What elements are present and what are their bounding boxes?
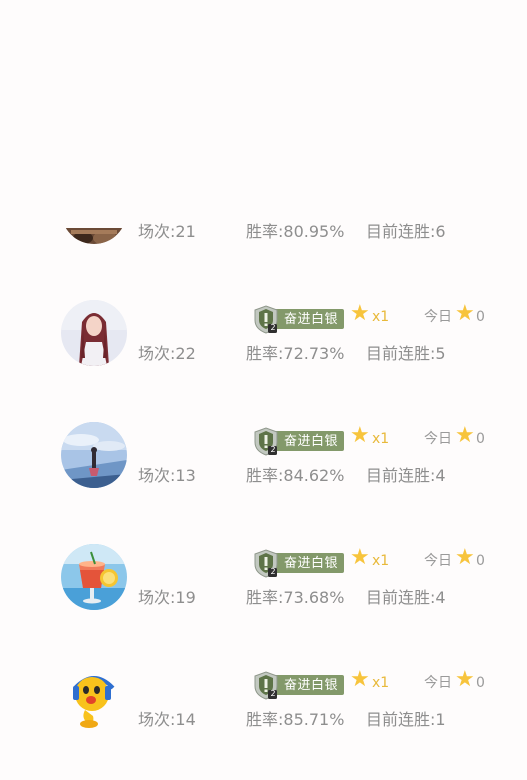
star-icon: ★ xyxy=(350,545,370,570)
win-rate: 胜率:80.95% xyxy=(246,222,345,241)
win-streak: 目前连胜:1 xyxy=(366,710,446,729)
rank-badge[interactable]: 2 奋进白银 xyxy=(252,670,344,700)
rank-tier-number: 2 xyxy=(270,689,276,698)
list-item[interactable]: 场次:21 胜率:80.95% 目前连胜:6 xyxy=(0,170,527,292)
win-streak: 目前连胜:4 xyxy=(366,466,446,485)
star-icon: ★ xyxy=(455,301,475,326)
match-count: 场次:22 xyxy=(138,344,196,363)
star-icon: ★ xyxy=(350,667,370,692)
match-count: 场次:21 xyxy=(138,222,196,241)
star-icon: ★ xyxy=(455,423,475,448)
today-star-count: 0 xyxy=(476,553,485,569)
star-multiplier: x1 xyxy=(372,553,390,569)
match-count: 场次:14 xyxy=(138,710,196,729)
user-avatar-sky-photo[interactable] xyxy=(61,422,127,488)
today-star-count: 0 xyxy=(476,675,485,691)
list-item[interactable]: 2 奋进白银 ★ x1 今日 ★ 0 场次:14 胜率:85.71% 目前连胜:… xyxy=(0,658,527,780)
today-label: 今日 xyxy=(424,553,452,569)
today-star-count: 0 xyxy=(476,431,485,447)
today-star-count: 0 xyxy=(476,309,485,325)
star-multiplier: x1 xyxy=(372,309,390,325)
user-avatar-cartoon-mascot[interactable] xyxy=(61,666,127,732)
win-rate: 胜率:84.62% xyxy=(246,466,345,485)
rank-badge[interactable]: 2 奋进白银 xyxy=(252,426,344,456)
win-rate: 胜率:85.71% xyxy=(246,710,345,729)
win-streak: 目前连胜:6 xyxy=(366,222,446,241)
list-item[interactable]: 2 奋进白银 ★ x1 今日 ★ 0 场次:13 胜率:84.62% 目前连胜:… xyxy=(0,414,527,536)
rank-badge-label: 奋进白银 xyxy=(283,434,338,449)
rank-tier-number: 2 xyxy=(270,567,276,576)
rank-badge[interactable]: 2 奋进白银 xyxy=(252,548,344,578)
star-icon: ★ xyxy=(350,423,370,448)
today-label: 今日 xyxy=(424,431,452,447)
rank-tier-number: 2 xyxy=(270,323,276,332)
rank-tier-number: 2 xyxy=(270,445,276,454)
win-streak: 目前连胜:4 xyxy=(366,588,446,607)
rank-badge[interactable]: 2 奋进白银 xyxy=(252,304,344,334)
list-item[interactable]: 2 奋进白银 ★ x1 今日 ★ 0 场次:22 胜率:72.73% 目前连胜:… xyxy=(0,292,527,414)
star-icon: ★ xyxy=(455,545,475,570)
user-avatar-partial[interactable] xyxy=(61,228,127,244)
rank-badge-label: 奋进白银 xyxy=(283,556,338,571)
star-icon: ★ xyxy=(455,667,475,692)
match-count: 场次:19 xyxy=(138,588,196,607)
today-label: 今日 xyxy=(424,309,452,325)
user-avatar-girl-portrait[interactable] xyxy=(61,300,127,366)
match-count: 场次:13 xyxy=(138,466,196,485)
win-rate: 胜率:72.73% xyxy=(246,344,345,363)
player-record-list: 场次:21 胜率:80.95% 目前连胜:6 2 奋进白银 ★ x1 今日 ★ … xyxy=(0,0,527,764)
win-streak: 目前连胜:5 xyxy=(366,344,446,363)
rank-badge-label: 奋进白银 xyxy=(283,312,338,327)
star-multiplier: x1 xyxy=(372,675,390,691)
today-label: 今日 xyxy=(424,675,452,691)
list-item[interactable]: 2 奋进白银 ★ x1 今日 ★ 0 场次:19 胜率:73.68% 目前连胜:… xyxy=(0,536,527,658)
star-icon: ★ xyxy=(350,301,370,326)
rank-badge-label: 奋进白银 xyxy=(283,678,338,693)
win-rate: 胜率:73.68% xyxy=(246,588,345,607)
star-multiplier: x1 xyxy=(372,431,390,447)
user-avatar-drink-photo[interactable] xyxy=(61,544,127,610)
